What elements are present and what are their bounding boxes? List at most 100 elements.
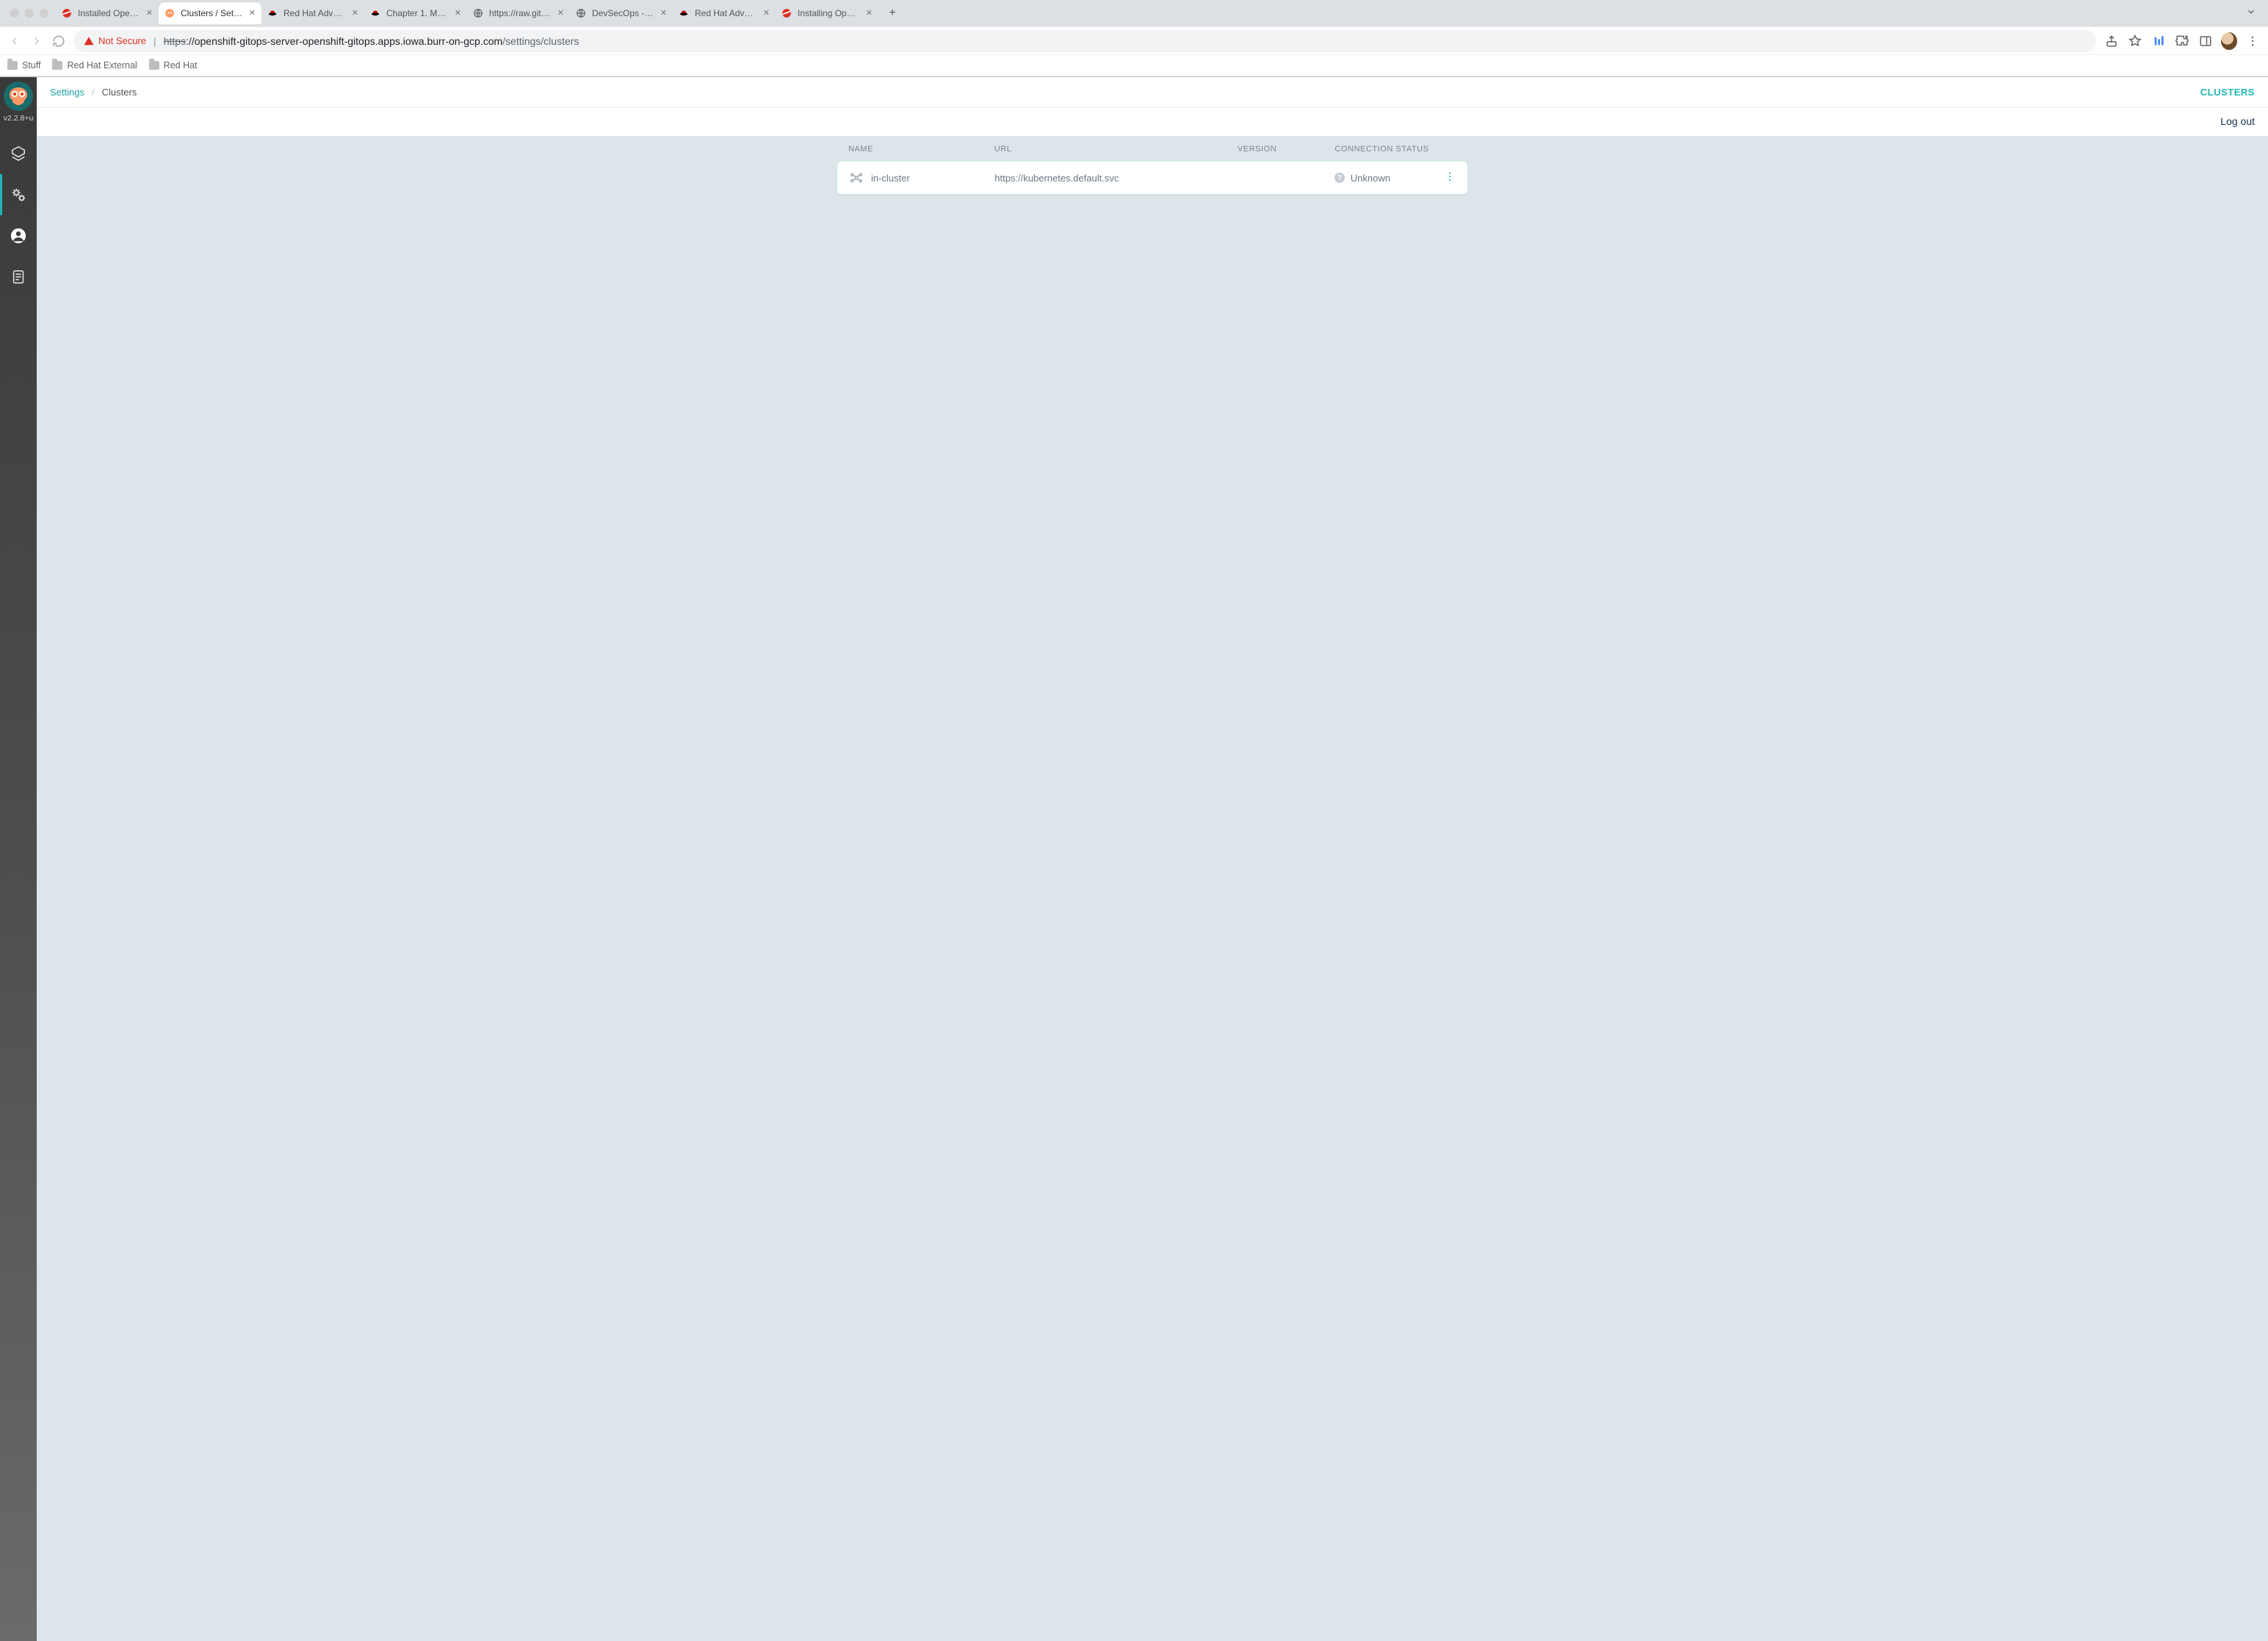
table-header: NAME URL VERSION CONNECTION STATUS <box>837 139 1468 161</box>
tab-label: Red Hat Advanced <box>284 8 346 18</box>
tab-chapter1[interactable]: Chapter 1. Manag ✕ <box>364 2 467 24</box>
close-icon[interactable]: ✕ <box>352 10 358 18</box>
bookmark-star-icon[interactable] <box>2127 33 2143 49</box>
traffic-max[interactable] <box>40 9 48 18</box>
close-icon[interactable]: ✕ <box>660 10 667 18</box>
logout-link[interactable]: Log out <box>2220 115 2255 127</box>
connection-status: Unknown <box>1351 173 1390 184</box>
row-actions-menu[interactable] <box>1440 167 1460 190</box>
cell-url: https://kubernetes.default.svc <box>994 173 1237 184</box>
url-host: ://openshift-gitops-server-openshift-git… <box>186 35 502 47</box>
folder-icon <box>149 61 159 70</box>
sidebar-item-applications[interactable] <box>0 133 37 174</box>
tab-raw-github[interactable]: https://raw.github ✕ <box>467 2 570 24</box>
version-label: v2.2.8+u <box>4 114 34 123</box>
breadcrumb-settings[interactable]: Settings <box>50 87 84 98</box>
side-panel-icon[interactable] <box>2197 33 2214 49</box>
tab-clusters-settings[interactable]: Clusters / Settings ✕ <box>159 2 261 24</box>
address-row: Not Secure | https://openshift-gitops-se… <box>0 26 2268 54</box>
bookmark-folder-redhat-external[interactable]: Red Hat External <box>52 60 137 71</box>
tab-devsecops[interactable]: DevSecOps - Dev ✕ <box>570 2 673 24</box>
col-version: VERSION <box>1238 145 1335 154</box>
tab-label: https://raw.github <box>489 8 552 18</box>
bookmark-label: Stuff <box>22 60 40 71</box>
cell-connection: ? Unknown <box>1335 173 1456 184</box>
page-body: NAME URL VERSION CONNECTION STATUS in-cl… <box>37 136 2268 1641</box>
back-button[interactable] <box>7 34 22 48</box>
close-icon[interactable]: ✕ <box>866 10 873 18</box>
extensions-puzzle-icon[interactable] <box>2174 33 2190 49</box>
new-tab-button[interactable]: + <box>883 4 902 23</box>
address-bar[interactable]: Not Secure | https://openshift-gitops-se… <box>73 30 2096 52</box>
tab-installed-operators[interactable]: Installed Operators ✕ <box>56 2 159 24</box>
tab-redhat-advanced-2[interactable]: Red Hat Advanced ✕ <box>673 2 776 24</box>
sidebar-item-user[interactable] <box>0 215 37 256</box>
breadcrumb-separator: / <box>92 87 95 98</box>
page-header: Settings / Clusters CLUSTERS <box>37 77 2268 108</box>
globe-icon <box>576 8 586 18</box>
bookmark-label: Red Hat <box>164 60 198 71</box>
cluster-name: in-cluster <box>871 173 910 184</box>
close-icon[interactable]: ✕ <box>146 10 153 18</box>
close-icon[interactable]: ✕ <box>557 10 564 18</box>
page-title: CLUSTERS <box>2200 87 2255 98</box>
clusters-list: NAME URL VERSION CONNECTION STATUS in-cl… <box>837 136 1468 195</box>
col-url: URL <box>994 145 1238 154</box>
col-name: NAME <box>848 145 994 154</box>
url-separator: | <box>154 35 156 47</box>
tab-label: Chapter 1. Manag <box>386 8 449 18</box>
window-controls <box>4 9 56 18</box>
share-icon[interactable] <box>2103 33 2120 49</box>
globe-icon <box>473 8 483 18</box>
tab-label: Red Hat Advanced <box>695 8 757 18</box>
sidebar-item-settings[interactable] <box>0 174 37 215</box>
tab-label: Clusters / Settings <box>181 8 243 18</box>
argo-icon <box>165 8 175 18</box>
traffic-min[interactable] <box>25 9 34 18</box>
security-label: Not Secure <box>98 35 146 46</box>
app-root: v2.2.8+u Settings / Clusters CLUSTERS Lo… <box>0 77 2268 1641</box>
bookmark-folder-stuff[interactable]: Stuff <box>7 60 40 71</box>
tab-list-chevron-icon[interactable] <box>2239 7 2264 21</box>
tab-redhat-advanced-1[interactable]: Red Hat Advanced ✕ <box>261 2 364 24</box>
url-text: https://openshift-gitops-server-openshif… <box>164 35 579 47</box>
sidebar: v2.2.8+u <box>0 77 37 1641</box>
bookmark-label: Red Hat External <box>67 60 137 71</box>
redhat-icon <box>679 8 689 18</box>
tab-label: Installing OpenSh <box>798 8 860 18</box>
status-unknown-icon: ? <box>1335 173 1345 183</box>
profile-avatar[interactable] <box>2221 33 2237 49</box>
content-area: Settings / Clusters CLUSTERS Log out NAM… <box>37 77 2268 1641</box>
argo-logo[interactable] <box>4 82 33 111</box>
tab-label: Installed Operators <box>78 8 140 18</box>
cell-name: in-cluster <box>849 170 994 185</box>
url-protocol: https <box>164 35 186 47</box>
close-icon[interactable]: ✕ <box>763 10 770 18</box>
bookmark-folder-redhat[interactable]: Red Hat <box>149 60 198 71</box>
redhat-icon <box>267 8 278 18</box>
forward-button[interactable] <box>29 34 44 48</box>
close-icon[interactable]: ✕ <box>249 10 256 18</box>
tab-installing-openshift[interactable]: Installing OpenSh ✕ <box>776 2 878 24</box>
table-row[interactable]: in-cluster https://kubernetes.default.sv… <box>837 161 1468 195</box>
cluster-icon <box>849 170 864 185</box>
browser-chrome: Installed Operators ✕ Clusters / Setting… <box>0 0 2268 77</box>
bookmarks-bar: Stuff Red Hat External Red Hat <box>0 54 2268 76</box>
close-icon[interactable]: ✕ <box>455 10 461 18</box>
reload-button[interactable] <box>51 34 66 48</box>
logout-row: Log out <box>37 108 2268 136</box>
breadcrumbs: Settings / Clusters <box>50 87 137 98</box>
traffic-close[interactable] <box>10 9 19 18</box>
extension-1-icon[interactable] <box>2150 33 2167 49</box>
breadcrumb-current: Clusters <box>102 87 137 98</box>
sidebar-item-docs[interactable] <box>0 256 37 297</box>
tab-strip: Installed Operators ✕ Clusters / Setting… <box>0 0 2268 26</box>
url-path: /settings/clusters <box>502 35 579 47</box>
menu-dots-icon[interactable] <box>2244 33 2261 49</box>
openshift-icon <box>62 8 72 18</box>
openshift-icon <box>781 8 792 18</box>
tab-label: DevSecOps - Dev <box>592 8 654 18</box>
col-connection: CONNECTION STATUS <box>1335 145 1456 154</box>
folder-icon <box>52 61 62 70</box>
folder-icon <box>7 61 18 70</box>
